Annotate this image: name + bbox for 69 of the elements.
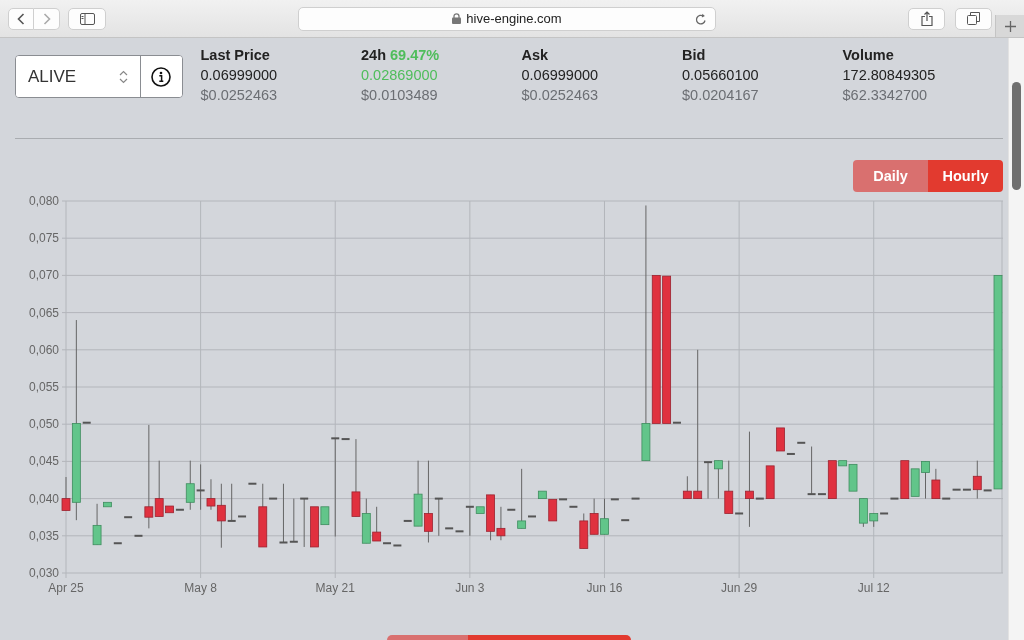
candlestick [134, 534, 143, 537]
share-button[interactable] [908, 7, 945, 30]
stat-usd-price: $0.0252463 [200, 86, 279, 105]
candlestick [289, 498, 298, 543]
y-axis-label: 0,035 [28, 528, 59, 543]
back-button[interactable] [8, 7, 34, 30]
sidebar-button[interactable] [68, 7, 106, 30]
x-axis-label: Jun 3 [455, 581, 485, 595]
x-axis-label: Jun 29 [721, 581, 758, 595]
plus-icon [1004, 20, 1016, 32]
y-axis-label: 0,040 [28, 491, 59, 506]
address-bar[interactable]: hive-engine.com [298, 6, 716, 31]
tabs-icon [967, 12, 980, 25]
candlestick [714, 460, 723, 500]
chevron-left-icon [17, 12, 25, 25]
stat-usd-price: $0.0252463 [521, 86, 600, 105]
candlestick [300, 497, 309, 548]
reload-icon[interactable] [695, 12, 707, 26]
candlestick [589, 498, 599, 535]
stat-label: Volume [842, 46, 895, 65]
stat-label: Ask [521, 46, 550, 65]
change-percent: 69.47% [390, 47, 440, 63]
stat-label: 24h [361, 47, 387, 63]
chevron-right-icon [42, 12, 51, 25]
info-icon [151, 66, 171, 87]
x-axis-label: Apr 25 [48, 581, 84, 595]
x-axis-label: May 8 [184, 581, 217, 595]
candlestick [910, 468, 920, 497]
stat-price: 0.06999000 [521, 66, 600, 85]
stat-label: Last Price [200, 46, 271, 65]
sidebar-icon [79, 12, 95, 25]
stat-usd-price: $62.3342700 [842, 86, 929, 105]
url-text: hive-engine.com [466, 11, 562, 26]
y-axis-label: 0,080 [28, 194, 59, 208]
candlestick [579, 513, 589, 549]
x-axis-label: Jun 16 [586, 581, 623, 595]
x-axis-label: May 21 [315, 581, 355, 595]
candlestick [113, 542, 122, 545]
y-axis-label: 0,070 [28, 268, 59, 283]
candlestick [673, 421, 681, 424]
y-axis-label: 0,075 [28, 231, 59, 246]
token-dropdown[interactable]: ALIVE [16, 56, 141, 97]
stat-price: 0.02869000 [361, 66, 439, 85]
y-axis-label: 0,055 [28, 380, 59, 394]
interval-tab[interactable]: Hourly [928, 160, 1003, 192]
stat-usd-price: $0.0204167 [682, 86, 760, 105]
y-axis-label: 0,045 [28, 454, 59, 469]
candlestick [124, 516, 133, 519]
tabs-button[interactable] [955, 7, 992, 30]
candlestick [238, 515, 247, 518]
lock-icon [452, 13, 462, 24]
stat-price: 0.06999000 [200, 66, 279, 85]
stat-label: Bid [682, 46, 707, 65]
stat-usd-price: $0.0103489 [361, 86, 439, 105]
new-tab-button[interactable] [995, 15, 1024, 37]
y-axis-label: 0,030 [28, 566, 59, 580]
share-icon [920, 11, 933, 26]
y-axis-label: 0,050 [28, 417, 59, 432]
y-axis-label: 0,065 [28, 305, 59, 320]
scrollbar-thumb[interactable] [1012, 82, 1021, 190]
stat-price: 0.05660100 [682, 66, 760, 85]
stat-price: 172.80849305 [842, 66, 937, 85]
candlestick [631, 497, 640, 500]
candlestick [921, 460, 930, 500]
x-axis-label: Jul 12 [857, 581, 890, 595]
up-down-chevron-icon [118, 69, 128, 84]
token-value: ALIVE [28, 66, 77, 87]
candlestick [621, 519, 630, 522]
y-axis-label: 0,060 [28, 342, 59, 357]
